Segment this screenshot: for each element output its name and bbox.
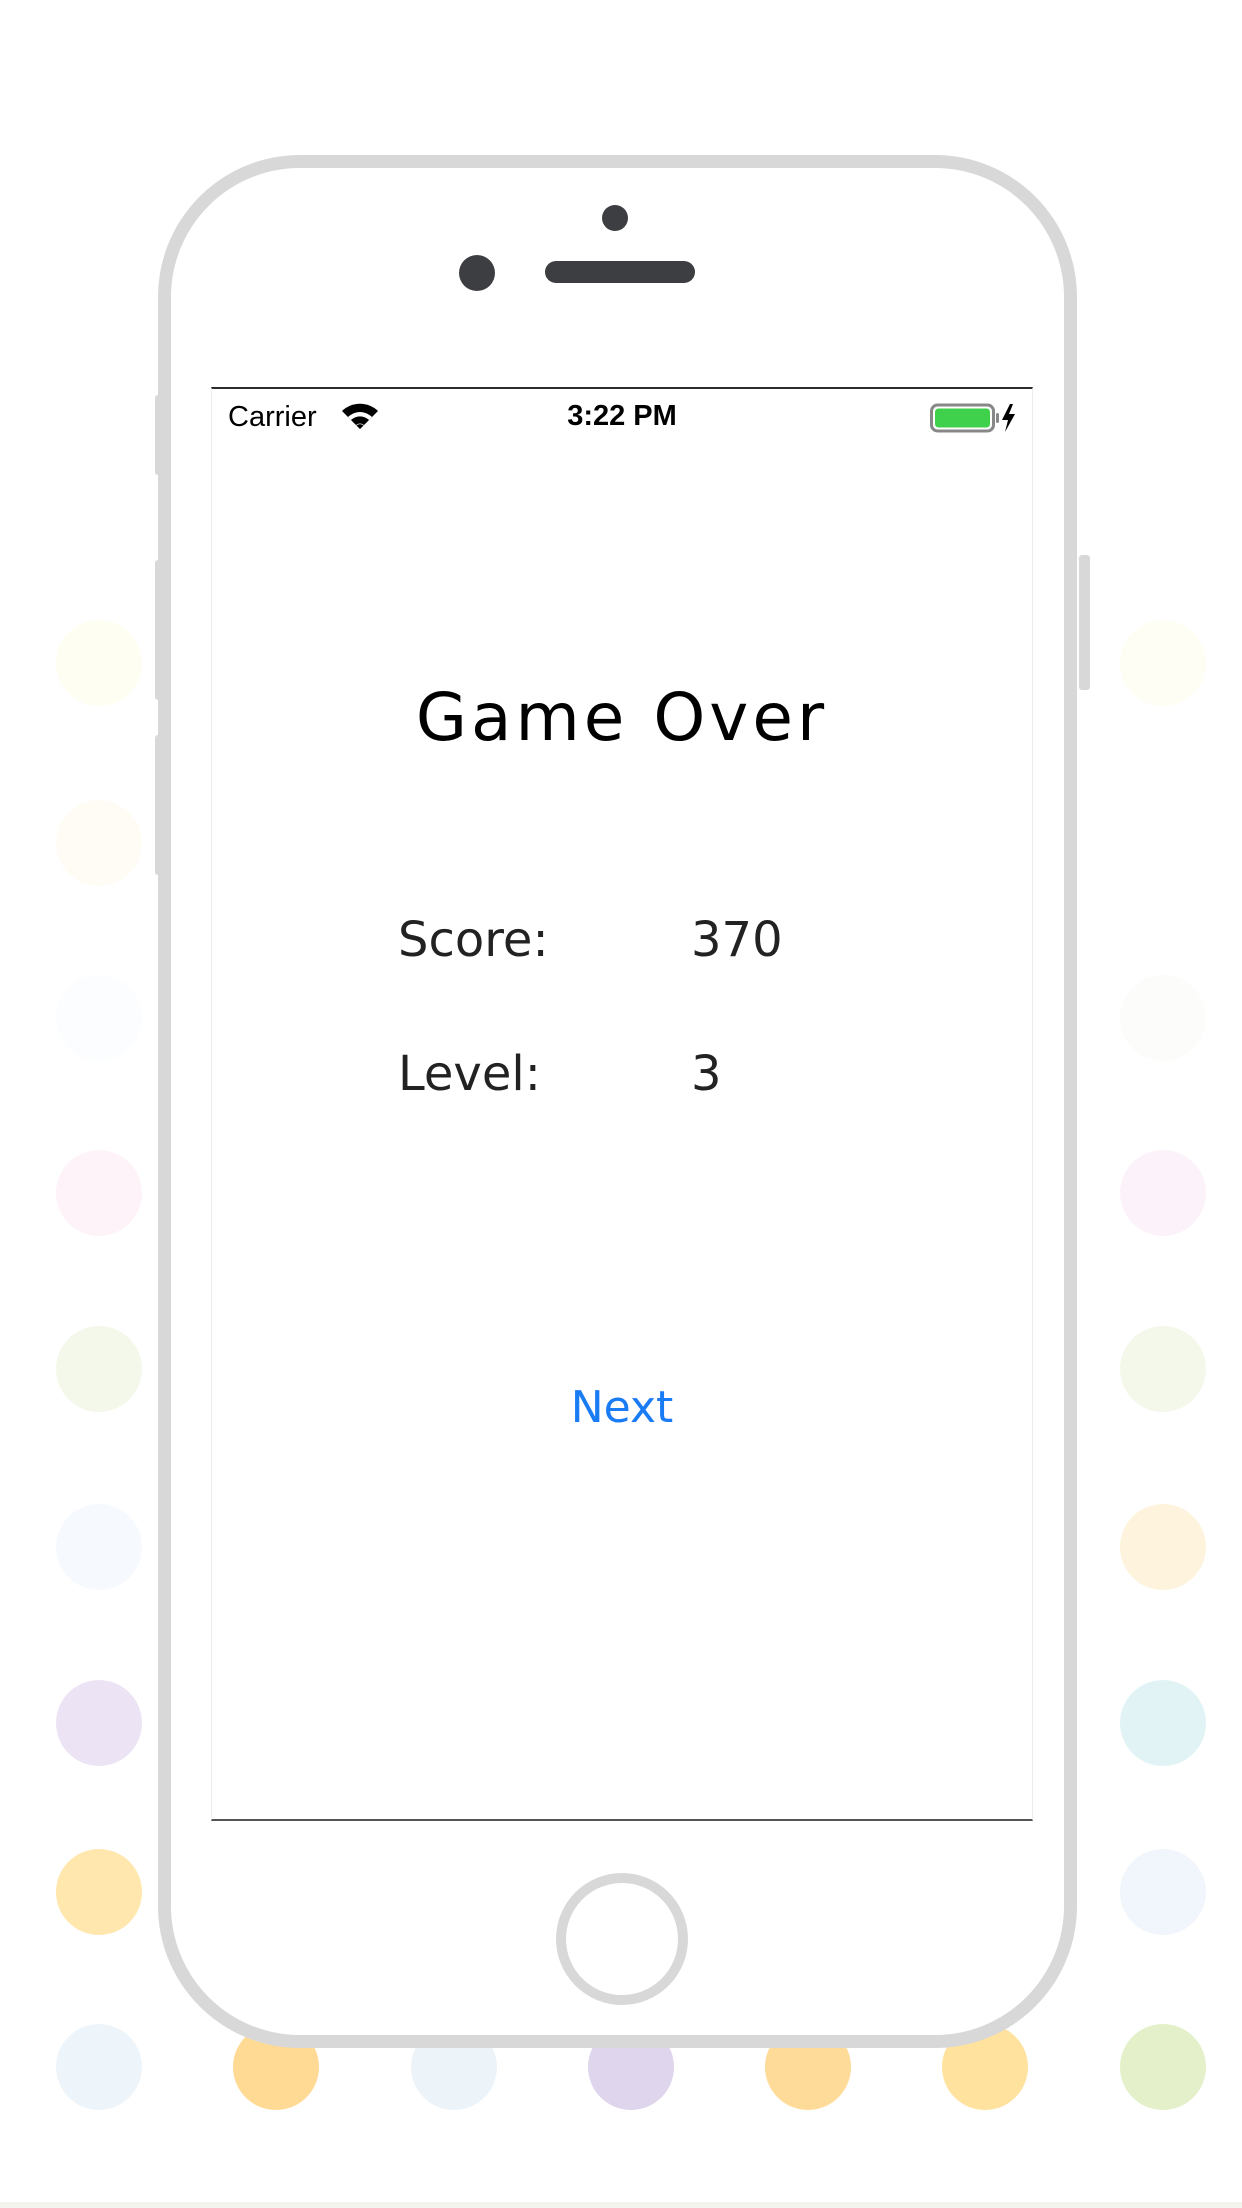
background-dot [56, 1150, 142, 1236]
status-bar: Carrier 3:22 PM [212, 389, 1032, 441]
score-value: 370 [691, 912, 783, 968]
score-label: Score: [398, 912, 549, 968]
proximity-sensor [602, 205, 628, 231]
background-dot [1120, 2024, 1206, 2110]
home-button[interactable] [556, 1873, 688, 2005]
background-dot [1120, 1680, 1206, 1766]
background-dot [56, 1326, 142, 1412]
background-dot [1120, 975, 1206, 1061]
background-dot [56, 1849, 142, 1935]
background-dot [56, 2024, 142, 2110]
background-dot [56, 800, 142, 886]
device-screen: Carrier 3:22 PM Game Over Score: 370 Lev… [211, 387, 1033, 1821]
power-button [1079, 555, 1090, 690]
battery-fill [935, 408, 990, 428]
battery-icon [930, 403, 1015, 433]
background-dot [56, 1504, 142, 1590]
background-dot [56, 975, 142, 1061]
background-dot [56, 620, 142, 706]
level-value: 3 [691, 1046, 722, 1102]
background-dot [1120, 1150, 1206, 1236]
earpiece-speaker [545, 261, 695, 283]
front-camera [459, 255, 495, 291]
background-dot [1120, 1849, 1206, 1935]
game-over-title: Game Over [415, 679, 829, 756]
lightning-bolt-icon [1002, 404, 1015, 432]
level-label: Level: [398, 1046, 541, 1102]
bottom-strip [0, 2202, 1242, 2208]
status-time: 3:22 PM [567, 400, 677, 432]
next-button[interactable]: Next [212, 1382, 1032, 1433]
background-dot [56, 1680, 142, 1766]
background-dot [1120, 1326, 1206, 1412]
background-dot [1120, 1504, 1206, 1590]
background-dot [1120, 620, 1206, 706]
